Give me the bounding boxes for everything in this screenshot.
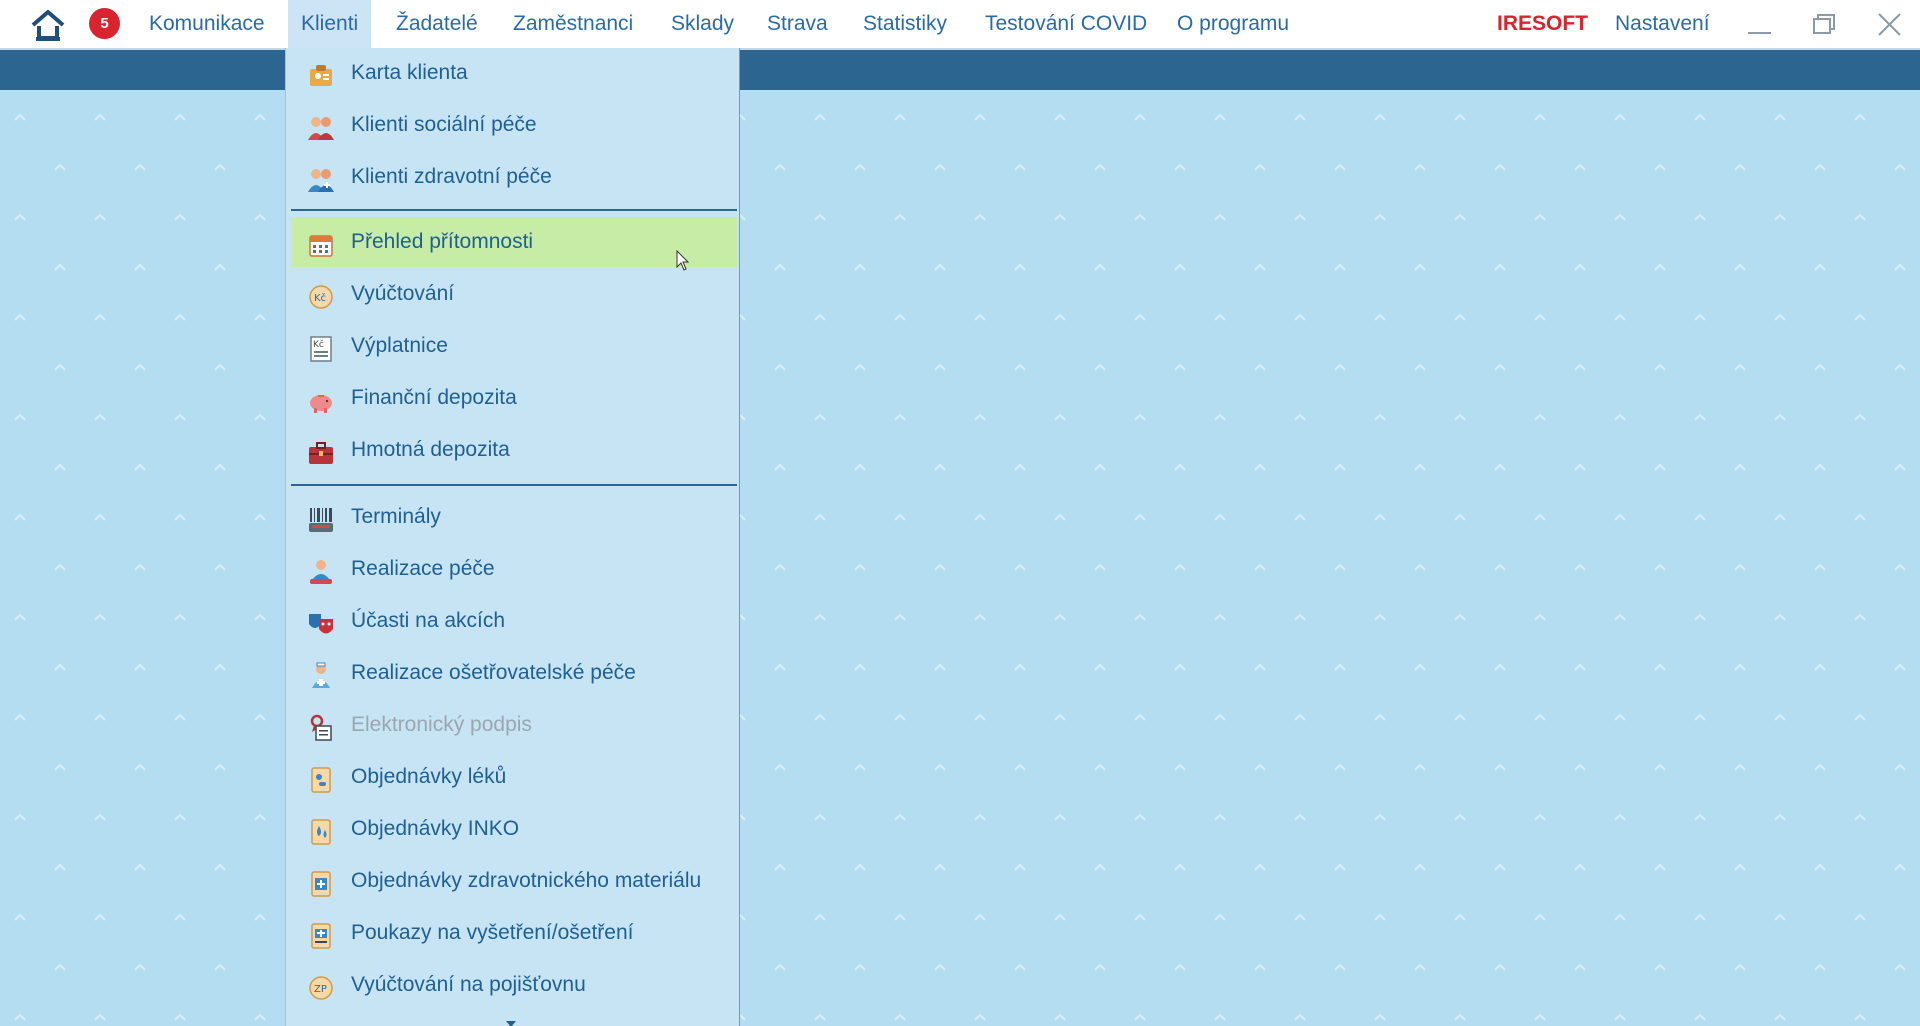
menu-item-label: Přehled přítomnosti xyxy=(351,230,534,253)
menu-item-financni-depozita[interactable]: Finanční depozita xyxy=(291,373,737,423)
menu-item-vyuctovani-na-pojistovnu[interactable]: ZP Vyúčtování na pojišťovnu xyxy=(291,960,737,1010)
signature-certificate-icon xyxy=(307,711,335,741)
top-menubar: 5 Komunikace Klienti Žadatelé Zaměstnanc… xyxy=(0,0,1920,49)
referral-icon xyxy=(307,919,335,949)
menu-nastaveni[interactable]: Nastavení xyxy=(1602,0,1723,49)
barcode-terminal-icon xyxy=(307,503,335,532)
theater-masks-icon xyxy=(307,607,335,635)
menu-strava[interactable]: Strava xyxy=(754,0,841,49)
zp-insurance-icon: ZP xyxy=(307,971,335,1000)
menu-item-prehled-pritomnosti[interactable]: Přehled přítomnosti xyxy=(291,217,737,267)
kc-receipt-icon: Kč xyxy=(307,332,335,362)
medical-people-icon xyxy=(307,163,335,192)
menu-item-ucasti-na-akcich[interactable]: Účasti na akcích xyxy=(291,596,737,646)
menu-item-hmotna-depozita[interactable]: Hmotná depozita xyxy=(291,425,737,475)
menu-item-objednavky-leku[interactable]: Objednávky léků xyxy=(291,752,737,802)
briefcase-icon xyxy=(307,436,335,464)
close-icon[interactable] xyxy=(1860,0,1920,49)
menu-testovani-covid[interactable]: Testování COVID xyxy=(972,0,1160,49)
restore-icon[interactable] xyxy=(1793,0,1853,49)
menu-item-vyuctovani[interactable]: Kč Vyúčtování xyxy=(291,269,737,319)
menu-item-label: Vyúčtování na pojišťovnu xyxy=(351,973,586,996)
menu-item-realizace-osetrovatelske-pece[interactable]: Realizace ošetřovatelské péče xyxy=(291,648,737,698)
menu-item-objednavky-inko[interactable]: Objednávky INKO xyxy=(291,804,737,854)
menu-item-label: Klienti zdravotní péče xyxy=(351,165,552,188)
menu-item-label: Elektronický podpis xyxy=(351,713,532,736)
menu-item-label: Realizace péče xyxy=(351,557,495,580)
menu-item-label: Klienti sociální péče xyxy=(351,113,537,136)
pills-icon xyxy=(307,763,335,793)
menu-separator xyxy=(291,209,737,211)
menu-klienti[interactable]: Klienti xyxy=(288,0,372,49)
minimize-icon[interactable] xyxy=(1730,0,1790,49)
klienti-dropdown-menu: Karta klienta Klienti sociální péče Klie… xyxy=(285,48,740,1026)
notification-badge[interactable]: 5 xyxy=(89,8,120,39)
people-icon xyxy=(307,111,335,140)
id-card-icon xyxy=(307,59,335,87)
menu-item-realizace-pece[interactable]: Realizace péče xyxy=(291,544,737,594)
home-icon[interactable] xyxy=(30,8,66,42)
menu-separator xyxy=(291,484,737,486)
menu-item-label: Objednávky léků xyxy=(351,765,507,788)
scroll-down-icon[interactable] xyxy=(506,1016,516,1026)
menu-item-label: Finanční depozita xyxy=(351,386,517,409)
drops-icon xyxy=(307,815,335,845)
svg-text:Kč: Kč xyxy=(314,292,326,304)
brand-logo: IRESOFT xyxy=(1497,12,1589,35)
svg-text:ZP: ZP xyxy=(314,984,327,995)
menu-item-label: Poukazy na vyšetření/ošetření xyxy=(351,921,634,944)
menu-item-label: Karta klienta xyxy=(351,61,468,84)
menu-sklady[interactable]: Sklady xyxy=(658,0,747,49)
menu-item-objednavky-zdravotnickeho-materialu[interactable]: Objednávky zdravotnického materiálu xyxy=(291,856,737,906)
menu-item-klienti-zdravotni-pece[interactable]: Klienti zdravotní péče xyxy=(291,152,737,202)
menu-zamestnanci[interactable]: Zaměstnanci xyxy=(500,0,646,49)
piggy-bank-icon xyxy=(307,384,335,413)
menu-item-vyplatnice[interactable]: Kč Výplatnice xyxy=(291,321,737,371)
caregiver-icon xyxy=(307,555,335,584)
menu-o-programu[interactable]: O programu xyxy=(1164,0,1302,49)
kc-coin-icon: Kč xyxy=(307,280,335,309)
menu-item-label: Objednávky zdravotnického materiálu xyxy=(351,869,702,892)
menu-item-label: Výplatnice xyxy=(351,334,448,357)
menu-item-klienti-socialni-pece[interactable]: Klienti sociální péče xyxy=(291,100,737,150)
menu-item-label: Účasti na akcích xyxy=(351,609,506,632)
menu-item-label: Objednávky INKO xyxy=(351,817,520,840)
menu-item-terminaly[interactable]: Terminály xyxy=(291,492,737,542)
svg-text:Kč: Kč xyxy=(313,339,324,350)
menu-item-karta-klienta[interactable]: Karta klienta xyxy=(291,48,737,98)
calendar-icon xyxy=(307,228,335,257)
menu-item-label: Vyúčtování xyxy=(351,282,455,305)
nurse-icon xyxy=(307,659,335,688)
menu-item-label: Hmotná depozita xyxy=(351,438,510,461)
menu-komunikace[interactable]: Komunikace xyxy=(136,0,278,49)
mouse-cursor-icon xyxy=(676,250,690,271)
medical-kit-icon xyxy=(307,867,335,897)
menu-item-label: Terminály xyxy=(351,505,441,528)
menu-item-elektronicky-podpis: Elektronický podpis xyxy=(291,700,737,750)
menu-item-label: Realizace ošetřovatelské péče xyxy=(351,661,636,684)
menu-statistiky[interactable]: Statistiky xyxy=(850,0,960,49)
menu-zadatele[interactable]: Žadatelé xyxy=(383,0,491,49)
menu-item-poukazy-na-vysetreni[interactable]: Poukazy na vyšetření/ošetření xyxy=(291,908,737,958)
